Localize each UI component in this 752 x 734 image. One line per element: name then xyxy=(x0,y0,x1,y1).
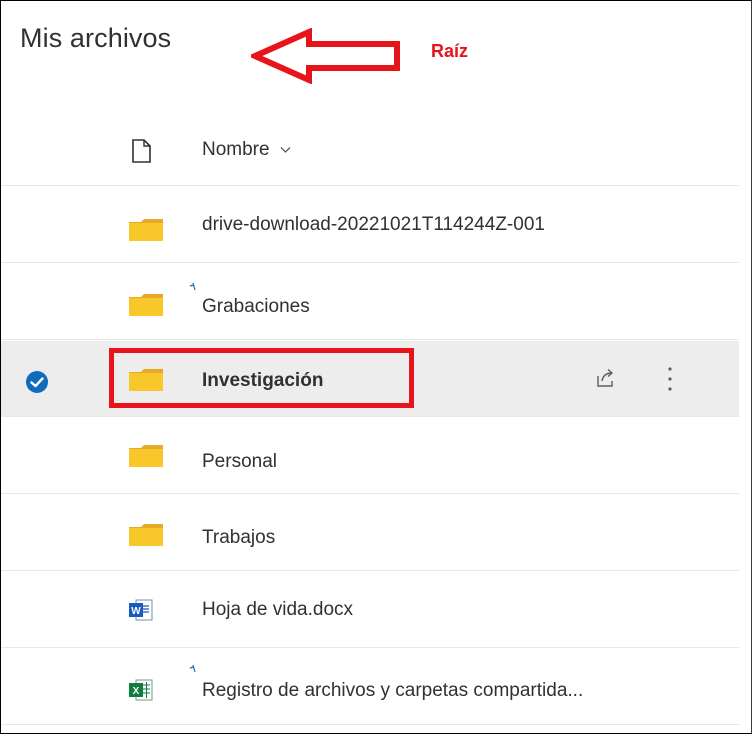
excel-workbook-icon: X xyxy=(129,679,153,701)
chevron-down-icon xyxy=(280,147,291,153)
checkmark-icon[interactable] xyxy=(25,370,49,394)
folder-icon xyxy=(129,294,163,316)
item-name[interactable]: Hoja de vida.docx xyxy=(202,599,353,621)
svg-text:X: X xyxy=(133,686,140,697)
svg-text:W: W xyxy=(131,606,141,617)
sync-indicator-icon xyxy=(189,282,196,291)
file-list-panel: Mis archivos Raíz Nombre drive-download-… xyxy=(0,0,752,734)
item-name[interactable]: Trabajos xyxy=(202,527,275,549)
page-title: Mis archivos xyxy=(20,23,172,53)
sort-by-name-button[interactable]: Nombre xyxy=(202,139,291,161)
item-name[interactable]: Registro de archivos y carpetas comparti… xyxy=(202,680,583,702)
list-item[interactable]: drive-download-20221021T114244Z-001 xyxy=(1,187,739,263)
sync-indicator-icon xyxy=(189,664,196,673)
folder-icon xyxy=(129,445,163,467)
word-document-icon: W xyxy=(129,599,153,621)
share-icon[interactable] xyxy=(596,368,616,388)
item-name[interactable]: drive-download-20221021T114244Z-001 xyxy=(202,214,545,236)
folder-icon xyxy=(129,524,163,546)
list-item[interactable]: Grabaciones xyxy=(1,264,739,340)
more-options-icon[interactable] xyxy=(667,366,673,392)
item-name[interactable]: Grabaciones xyxy=(202,296,310,318)
list-item[interactable]: X Registro de archivos y carpetas compar… xyxy=(1,649,739,725)
list-header: Nombre xyxy=(1,116,739,186)
item-name[interactable]: Personal xyxy=(202,451,277,473)
list-item[interactable]: Trabajos xyxy=(1,495,739,571)
column-name-label: Nombre xyxy=(202,139,270,160)
annotation-highlight-box xyxy=(109,348,414,408)
list-item[interactable]: Personal xyxy=(1,418,739,494)
document-icon xyxy=(132,139,151,163)
annotation-arrow-icon xyxy=(251,28,400,84)
list-item[interactable]: W Hoja de vida.docx xyxy=(1,572,739,648)
annotation-label: Raíz xyxy=(431,41,469,61)
folder-icon xyxy=(129,219,163,241)
